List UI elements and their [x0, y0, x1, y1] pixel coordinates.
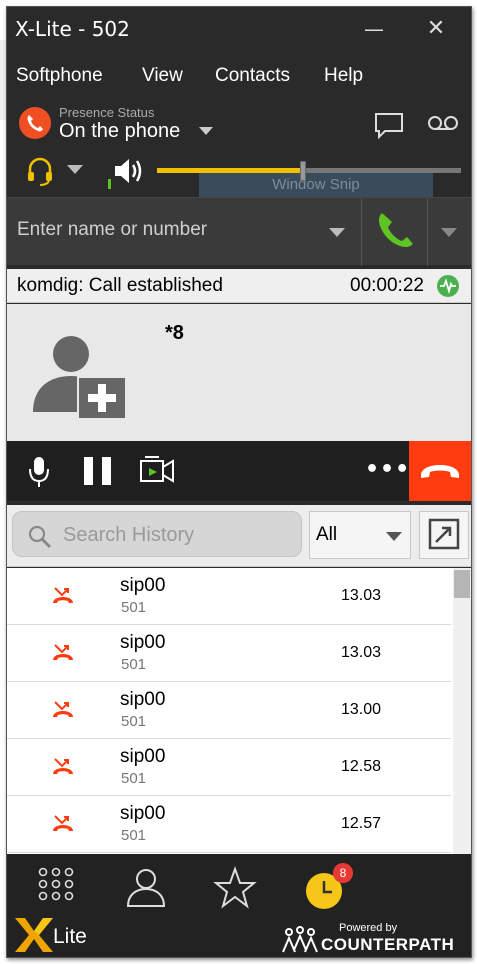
mic-icon[interactable] [25, 441, 53, 501]
divider [427, 198, 428, 266]
history-name: sip00 [120, 746, 166, 767]
missed-call-icon [51, 757, 75, 781]
video-icon[interactable] [137, 441, 177, 501]
presence-status-dropdown[interactable]: On the phone [59, 120, 180, 143]
filter-value: All [316, 524, 338, 545]
chevron-down-icon[interactable] [329, 228, 345, 237]
contacts-icon[interactable] [125, 866, 167, 914]
divider [361, 198, 362, 266]
notification-badge: 8 [333, 863, 353, 883]
menu-view[interactable]: View [142, 65, 183, 87]
missed-call-icon [51, 586, 75, 610]
call-duration: 00:00:22 [350, 275, 424, 296]
menu-contacts[interactable]: Contacts [215, 65, 290, 87]
missed-call-icon [51, 700, 75, 724]
list-item[interactable]: sip00 501 12.58 [7, 739, 451, 796]
volume-slider[interactable] [157, 161, 461, 181]
search-box[interactable] [12, 511, 302, 557]
volume-slider-fill [157, 168, 303, 173]
popout-button[interactable] [419, 511, 469, 559]
menu-help[interactable]: Help [324, 65, 363, 87]
list-item[interactable]: sip00 501 12.57 [7, 796, 451, 853]
history-number: 501 [121, 827, 147, 844]
chat-icon[interactable] [373, 111, 405, 145]
history-number: 501 [121, 656, 147, 673]
history-number: 501 [121, 713, 147, 730]
scrollbar-thumb[interactable] [454, 570, 470, 598]
history-name: sip00 [120, 632, 166, 653]
history-time: 12.57 [341, 815, 382, 832]
phone-icon [19, 107, 51, 139]
chevron-down-icon[interactable] [441, 228, 457, 237]
history-name: sip00 [120, 803, 166, 824]
favorites-icon[interactable] [213, 866, 257, 914]
chevron-down-icon[interactable] [199, 127, 213, 135]
background-window-title: Window Snip [199, 173, 433, 197]
dialpad-icon[interactable] [37, 866, 75, 910]
history-time: 13.00 [341, 701, 382, 718]
company-name: COUNTERPATH [321, 935, 455, 954]
bottom-nav: 8 Lite Powered by COUNTERPATH [7, 854, 471, 957]
history-time: 12.58 [341, 758, 382, 775]
presence-bar: Presence Status On the phone [7, 103, 471, 149]
call-status-bar: komdig: Call established 00:00:22 [7, 269, 471, 303]
counterpath-logo [281, 926, 319, 957]
pause-icon[interactable] [81, 441, 115, 501]
speaker-icon[interactable] [111, 155, 145, 191]
call-controls: ••• [7, 441, 471, 501]
minimize-button[interactable]: — [359, 15, 389, 43]
call-button[interactable] [363, 198, 427, 266]
title-bar: X-Lite - 502 — ✕ [7, 7, 471, 51]
window-title: X-Lite - 502 [15, 17, 130, 41]
list-item[interactable]: sip00 501 13.03 [7, 625, 451, 682]
product-name: Lite [53, 925, 87, 948]
list-item[interactable]: sip00 501 13.03 [7, 568, 451, 625]
menu-softphone[interactable]: Softphone [16, 65, 103, 87]
search-icon [27, 524, 53, 554]
presence-label: Presence Status [59, 105, 155, 120]
missed-call-icon [51, 643, 75, 667]
add-contact-icon[interactable] [31, 328, 131, 426]
voicemail-icon[interactable] [427, 115, 459, 135]
history-number: 501 [121, 770, 147, 787]
call-status-text: komdig: Call established [17, 275, 223, 296]
powered-by-label: Powered by [339, 922, 398, 934]
history-number: 501 [121, 599, 147, 616]
hangup-button[interactable] [409, 441, 471, 501]
history-filter-dropdown[interactable]: All [309, 511, 411, 559]
search-history-input[interactable] [63, 516, 293, 554]
history-list: sip00 501 13.03 sip00 501 13.03 sip00 50… [7, 568, 471, 854]
volume-slider-thumb[interactable] [300, 161, 306, 181]
chevron-down-icon[interactable] [67, 165, 83, 174]
close-button[interactable]: ✕ [421, 15, 451, 43]
headset-icon[interactable] [25, 155, 55, 191]
dial-bar [7, 197, 471, 266]
popout-icon [428, 518, 460, 550]
history-name: sip00 [120, 575, 166, 596]
caller-panel: *8 [7, 304, 471, 441]
list-item[interactable]: sip00 501 13.00 [7, 682, 451, 739]
history-name: sip00 [120, 689, 166, 710]
xlite-logo [13, 914, 55, 957]
menu-bar: Softphone View Contacts Help [7, 59, 471, 93]
history-time: 13.03 [341, 587, 382, 604]
history-time: 13.03 [341, 644, 382, 661]
dial-input[interactable] [17, 210, 317, 250]
audio-bar: Window Snip [7, 151, 471, 197]
scrollbar[interactable] [453, 568, 471, 854]
more-options-button[interactable]: ••• [365, 457, 410, 482]
history-toolbar: All [7, 505, 471, 567]
chevron-down-icon [386, 532, 402, 541]
missed-call-icon [51, 814, 75, 838]
app-window: X-Lite - 502 — ✕ Softphone View Contacts… [6, 6, 472, 958]
call-quality-icon [437, 275, 459, 297]
caller-name: *8 [165, 322, 184, 344]
